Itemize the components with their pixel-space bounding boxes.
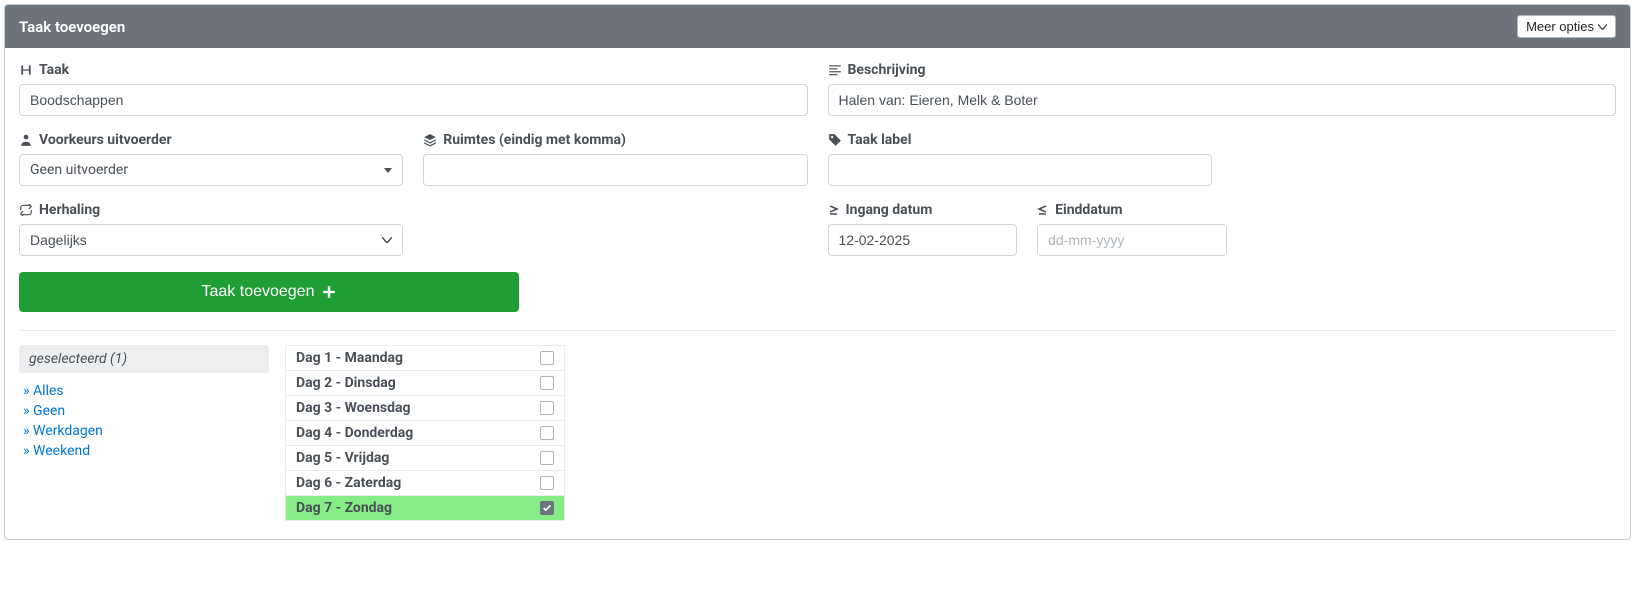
day-checkbox[interactable]: [540, 501, 554, 515]
day-label: Dag 3 - Woensdag: [296, 400, 411, 416]
start-date-input[interactable]: [828, 224, 1018, 256]
filter-column: geselecteerd (1) » Alles » Geen » Werkda…: [19, 345, 269, 461]
field-executor: Voorkeurs uitvoerder Geen uitvoerder: [19, 132, 403, 186]
day-row[interactable]: Dag 4 - Donderdag: [285, 420, 565, 446]
field-repetition: Herhaling Dagelijks: [19, 202, 403, 256]
day-row[interactable]: Dag 3 - Woensdag: [285, 395, 565, 421]
row-executor-rooms-label: Voorkeurs uitvoerder Geen uitvoerder Rui…: [19, 132, 1616, 186]
less-equal-icon: [1037, 204, 1049, 216]
rooms-label-wrap: Ruimtes (eindig met komma): [423, 132, 807, 148]
repetition-select[interactable]: Dagelijks: [19, 224, 403, 256]
tasklabel-input[interactable]: [828, 154, 1212, 186]
filter-link-weekdays[interactable]: » Werkdagen: [19, 421, 269, 441]
end-date-label: Einddatum: [1055, 202, 1122, 218]
filter-link-all[interactable]: » Alles: [19, 381, 269, 401]
day-label: Dag 6 - Zaterdag: [296, 475, 401, 491]
field-end-date: Einddatum: [1037, 202, 1227, 256]
tag-icon: [828, 133, 842, 147]
day-row[interactable]: Dag 6 - Zaterdag: [285, 470, 565, 496]
selected-count: geselecteerd (1): [19, 345, 269, 373]
description-label: Beschrijving: [848, 62, 926, 78]
day-checkbox[interactable]: [540, 401, 554, 415]
task-label: Taak: [39, 62, 69, 78]
more-options-label: Meer opties: [1526, 19, 1594, 34]
repetition-label-wrap: Herhaling: [19, 202, 403, 218]
day-selection-section: geselecteerd (1) » Alles » Geen » Werkda…: [19, 345, 1616, 521]
day-checkbox[interactable]: [540, 426, 554, 440]
executor-label: Voorkeurs uitvoerder: [39, 132, 172, 148]
filter-link-none[interactable]: » Geen: [19, 401, 269, 421]
caret-down-icon: [384, 168, 392, 173]
repeat-icon: [19, 203, 33, 217]
add-task-button-label: Taak toevoegen: [202, 283, 315, 301]
panel-title: Taak toevoegen: [19, 18, 125, 36]
day-row[interactable]: Dag 7 - Zondag: [285, 495, 565, 521]
task-add-panel: Taak toevoegen Meer opties Taak: [4, 4, 1631, 540]
task-label-wrap: Taak: [19, 62, 808, 78]
layers-icon: [423, 133, 437, 147]
field-task-label: Taak label: [828, 132, 1212, 186]
divider: [19, 330, 1616, 331]
day-row[interactable]: Dag 1 - Maandag: [285, 345, 565, 371]
day-label: Dag 7 - Zondag: [296, 500, 392, 516]
row-repetition-dates: Herhaling Dagelijks Ingang datum: [19, 202, 1616, 256]
tasklabel-label-wrap: Taak label: [828, 132, 1212, 148]
start-date-label: Ingang datum: [846, 202, 933, 218]
day-label: Dag 4 - Donderdag: [296, 425, 413, 441]
executor-label-wrap: Voorkeurs uitvoerder: [19, 132, 403, 148]
day-label: Dag 5 - Vrijdag: [296, 450, 389, 466]
start-date-label-wrap: Ingang datum: [828, 202, 1018, 218]
day-checkbox[interactable]: [540, 476, 554, 490]
repetition-label: Herhaling: [39, 202, 100, 218]
description-input[interactable]: [828, 84, 1617, 116]
field-rooms: Ruimtes (eindig met komma): [423, 132, 807, 186]
more-options-button[interactable]: Meer opties: [1517, 15, 1616, 38]
task-input[interactable]: [19, 84, 808, 116]
row-task-description: Taak Beschrijving: [19, 62, 1616, 116]
align-left-icon: [828, 63, 842, 77]
field-task: Taak: [19, 62, 808, 116]
panel-header: Taak toevoegen Meer opties: [5, 5, 1630, 48]
greater-equal-icon: [828, 204, 840, 216]
user-icon: [19, 133, 33, 147]
field-description: Beschrijving: [828, 62, 1617, 116]
spacer: [423, 202, 807, 256]
day-row[interactable]: Dag 5 - Vrijdag: [285, 445, 565, 471]
panel-body: Taak Beschrijving: [5, 48, 1630, 539]
day-label: Dag 2 - Dinsdag: [296, 375, 396, 391]
day-checkbox[interactable]: [540, 451, 554, 465]
day-label: Dag 1 - Maandag: [296, 350, 403, 366]
tasklabel-label: Taak label: [848, 132, 912, 148]
plus-icon: [322, 285, 336, 299]
rooms-input[interactable]: [423, 154, 807, 186]
day-row[interactable]: Dag 2 - Dinsdag: [285, 370, 565, 396]
add-task-button[interactable]: Taak toevoegen: [19, 272, 519, 312]
end-date-label-wrap: Einddatum: [1037, 202, 1227, 218]
days-column: Dag 1 - Maandag Dag 2 - Dinsdag Dag 3 - Wo…: [285, 345, 565, 521]
executor-select[interactable]: Geen uitvoerder: [19, 154, 403, 186]
filter-link-weekend[interactable]: » Weekend: [19, 441, 269, 461]
end-date-input[interactable]: [1037, 224, 1227, 256]
day-checkbox[interactable]: [540, 376, 554, 390]
executor-value: Geen uitvoerder: [30, 162, 128, 178]
day-checkbox[interactable]: [540, 351, 554, 365]
rooms-label: Ruimtes (eindig met komma): [443, 132, 626, 148]
field-start-date: Ingang datum: [828, 202, 1018, 256]
heading-icon: [19, 63, 33, 77]
chevron-down-icon: [1598, 24, 1607, 30]
description-label-wrap: Beschrijving: [828, 62, 1617, 78]
